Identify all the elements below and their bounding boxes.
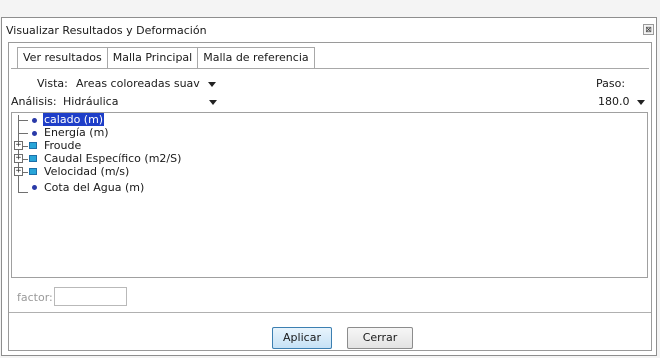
vista-label: Vista: [37, 77, 68, 90]
divider [9, 312, 651, 313]
paso-label: Paso: [596, 77, 626, 90]
tree-item[interactable]: + Froude [12, 139, 212, 152]
chevron-down-icon [209, 100, 217, 105]
tab-bar: Ver resultados Malla Principal Malla de … [17, 47, 315, 69]
tree-item[interactable]: Cota del Agua (m) [12, 179, 212, 194]
tree-item-label: Velocidad (m/s) [44, 165, 130, 178]
close-button[interactable]: Cerrar [347, 327, 413, 349]
main-panel: Ver resultados Malla Principal Malla de … [8, 42, 652, 351]
tab-malla-principal[interactable]: Malla Principal [107, 47, 199, 68]
results-dialog: Visualizar Resultados y Deformación ⊠ Ve… [1, 17, 657, 356]
tab-ver-resultados[interactable]: Ver resultados [17, 47, 108, 69]
square-icon [29, 168, 37, 175]
tree-item[interactable]: + Velocidad (m/s) [12, 165, 212, 178]
dot-icon [32, 131, 37, 136]
chevron-down-icon [208, 82, 216, 87]
analisis-label: Análisis: [11, 95, 57, 108]
close-icon[interactable]: ⊠ [643, 24, 654, 35]
results-tree[interactable]: calado (m) Energía (m) + Froude + Caudal… [11, 112, 648, 278]
tree-item-label: Caudal Específico (m2/S) [44, 152, 182, 165]
tree-line [18, 192, 28, 193]
factor-input[interactable] [54, 287, 127, 306]
expand-icon[interactable]: + [14, 154, 23, 163]
dot-icon [32, 185, 37, 190]
expand-icon[interactable]: + [14, 141, 23, 150]
tree-line [18, 120, 28, 121]
tree-item-label: calado (m) [43, 113, 105, 126]
square-icon [29, 155, 37, 162]
apply-button[interactable]: Aplicar [272, 327, 332, 349]
tree-item[interactable]: Energía (m) [12, 126, 212, 139]
tab-malla-referencia[interactable]: Malla de referencia [198, 47, 315, 68]
analisis-value: Hidráulica [63, 95, 119, 108]
expand-icon[interactable]: + [14, 167, 23, 176]
square-icon [29, 142, 37, 149]
window-title: Visualizar Resultados y Deformación [6, 24, 207, 37]
vista-value: Areas coloreadas suav [76, 77, 200, 90]
chevron-down-icon [637, 100, 645, 105]
tree-line [23, 172, 28, 173]
title-bar: Visualizar Resultados y Deformación ⊠ [2, 18, 656, 42]
tree-item[interactable]: calado (m) [12, 113, 212, 126]
paso-select[interactable]: 180.0 [595, 94, 648, 111]
tree-line [23, 146, 28, 147]
tree-item-label: Cota del Agua (m) [44, 181, 145, 194]
dot-icon [32, 118, 37, 123]
paso-value: 180.0 [598, 95, 630, 108]
analisis-select[interactable]: Hidráulica [60, 94, 220, 111]
tree-line [18, 133, 28, 134]
factor-label: factor: [17, 291, 53, 304]
tree-item[interactable]: + Caudal Específico (m2/S) [12, 152, 272, 165]
tree-item-label: Froude [44, 139, 82, 152]
vista-select[interactable]: Areas coloreadas suav [73, 76, 219, 93]
tree-item-label: Energía (m) [44, 126, 109, 139]
tree-line [23, 159, 28, 160]
